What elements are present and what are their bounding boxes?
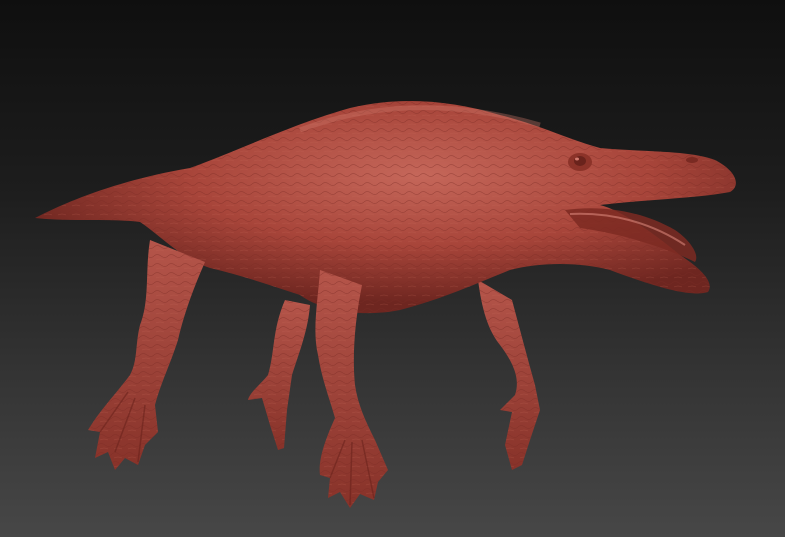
back-near-leg bbox=[88, 240, 205, 470]
sculpted-creature-model[interactable] bbox=[0, 0, 785, 537]
sculpt-viewport[interactable] bbox=[0, 0, 785, 537]
back-far-leg bbox=[248, 300, 310, 450]
front-far-leg bbox=[478, 280, 540, 470]
creature-body bbox=[35, 100, 736, 314]
